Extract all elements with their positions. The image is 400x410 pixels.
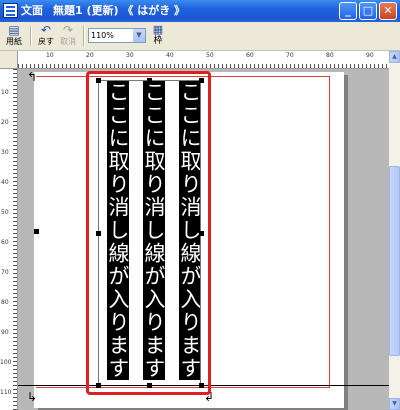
cancel-button[interactable]: ↷ 取消: [56, 24, 80, 48]
ruler-tick-label: 110: [0, 389, 12, 396]
ruler-tick-label: 70: [286, 52, 294, 59]
document-canvas[interactable]: ここに取り消し線が入ります ここに取り消し線が入ります ここに取り消し線が入りま…: [18, 69, 389, 410]
paper-button-label: 用紙: [6, 37, 22, 46]
frame-button-label: 枠: [153, 36, 163, 46]
top-ruler[interactable]: 10 20 30 40 50 60 70 80 90: [18, 51, 389, 69]
toolbar: ▤ 用紙 ↶ 戻す ↷ 取消: [0, 22, 400, 51]
ruler-tick-label: 100: [0, 359, 12, 366]
ruler-corner: [0, 51, 18, 69]
ruler-tick-label: 70: [1, 269, 9, 276]
undo-arrow-icon: ↶: [40, 23, 52, 37]
title-bar: 文面 無題1 (更新) 《 はがき 》 _ □ ✕: [0, 0, 400, 22]
undo-button-label: 戻す: [38, 37, 54, 46]
scroll-up-icon[interactable]: ▲: [389, 51, 400, 63]
ruler-tick-label: 80: [1, 299, 9, 306]
ruler-tick-label: 10: [1, 89, 9, 96]
app-title: 文面: [21, 4, 43, 17]
zoom-value: 110%: [91, 31, 114, 40]
ruler-tick-label: 40: [1, 179, 9, 186]
chevron-down-icon[interactable]: ▼: [133, 29, 145, 42]
printer-icon: ▤: [8, 23, 20, 37]
ruler-tick-label: 90: [366, 52, 374, 59]
undo-button[interactable]: ↶ 戻す: [34, 24, 58, 48]
crop-mark-icon: ↰: [27, 70, 38, 84]
ruler-tick-label: 50: [1, 209, 9, 216]
crop-mark-icon: ↳: [27, 390, 38, 404]
selection-highlight: [86, 71, 211, 395]
left-ruler[interactable]: 10 20 30 40 50 60 70 80 90 100 110: [0, 69, 18, 410]
ruler-tick-label: 60: [246, 52, 254, 59]
ruler-tick-label: 30: [1, 149, 9, 156]
ruler-ticks: [18, 64, 389, 68]
app-icon: [3, 3, 18, 18]
ruler-tick-label: 30: [126, 52, 134, 59]
zoom-select[interactable]: 110% ▼: [88, 28, 146, 43]
paper-button[interactable]: ▤ 用紙: [2, 24, 26, 48]
scroll-thumb[interactable]: [389, 166, 400, 356]
ruler-tick-label: 40: [166, 52, 174, 59]
vertical-scrollbar[interactable]: ▲ ▼: [389, 51, 400, 410]
toolbar-separator: [30, 26, 31, 46]
maximize-button[interactable]: □: [359, 2, 377, 20]
ruler-tick-label: 80: [326, 52, 334, 59]
frame-icon: ▦: [152, 23, 164, 36]
ruler-tick-label: 10: [46, 52, 54, 59]
ruler-tick-label: 20: [1, 119, 9, 126]
frame-button[interactable]: ▦ 枠: [150, 24, 166, 48]
minimize-button[interactable]: _: [339, 2, 357, 20]
ruler-tick-label: 20: [86, 52, 94, 59]
cancel-button-label: 取消: [60, 37, 76, 46]
ruler-ticks: [13, 69, 17, 410]
scroll-down-icon[interactable]: ▼: [389, 398, 400, 410]
ruler-tick-label: 60: [1, 239, 9, 246]
close-button[interactable]: ✕: [379, 2, 397, 20]
resize-handle[interactable]: [34, 229, 39, 234]
document-title: 無題1 (更新) 《 はがき 》: [53, 4, 186, 17]
ruler-tick-label: 90: [1, 329, 9, 336]
ruler-tick-label: 50: [206, 52, 214, 59]
redo-arrow-icon: ↷: [62, 23, 74, 37]
toolbar-separator: [83, 26, 84, 46]
